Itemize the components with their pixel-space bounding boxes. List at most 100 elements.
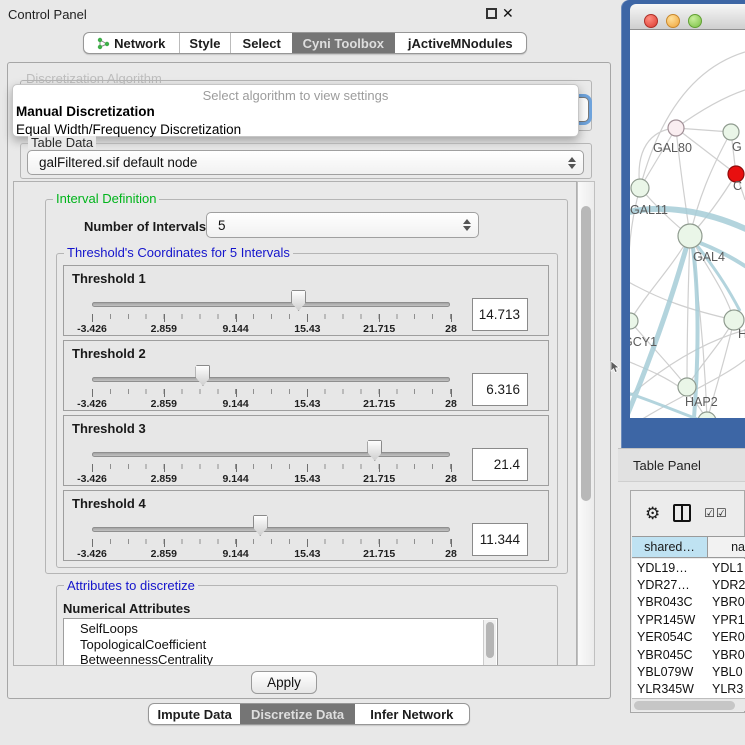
node-gal4[interactable] — [678, 224, 702, 248]
svg-text:GAL4: GAL4 — [693, 250, 725, 264]
table-cell: YER0 — [708, 630, 745, 644]
close-traffic-button[interactable] — [644, 14, 658, 28]
table-row[interactable]: YPR145WYPR1 — [632, 611, 745, 628]
top-tab-bar: Network Style Select Cyni Toolbox jActiv… — [83, 32, 527, 54]
menu-item-manual-discretization[interactable]: Manual Discretization — [13, 103, 578, 121]
column-header-name[interactable]: na — [708, 537, 745, 557]
threshold-1-slider-track[interactable] — [92, 302, 450, 307]
threshold-4-slider-thumb[interactable] — [253, 515, 268, 536]
settings-scrollbar[interactable] — [577, 181, 595, 666]
close-icon[interactable]: ✕ — [502, 5, 514, 22]
attribute-list-item[interactable]: BetweennessCentrality — [80, 652, 497, 666]
tick-mark — [307, 539, 308, 547]
attribute-list-item[interactable]: TopologicalCoefficient — [80, 637, 497, 653]
threshold-1-ticks: -3.4262.8599.14415.4321.71528 — [92, 314, 451, 336]
tick-mark — [379, 539, 380, 547]
tick-label: 2.859 — [151, 323, 177, 335]
minimize-traffic-button[interactable] — [666, 14, 680, 28]
node-gal80[interactable] — [668, 120, 684, 136]
node-hap2[interactable] — [678, 378, 696, 396]
attributes-list-scrollbar[interactable] — [483, 620, 496, 666]
tick-mark — [307, 314, 308, 322]
number-of-intervals-combobox[interactable]: 5 — [206, 212, 479, 238]
numerical-attributes-label: Numerical Attributes — [63, 601, 190, 616]
numerical-attributes-list[interactable]: SelfLoopsTopologicalCoefficientBetweenne… — [63, 618, 498, 666]
node-partial[interactable] — [698, 412, 716, 418]
zoom-traffic-button[interactable] — [688, 14, 702, 28]
table-cell: YER054C — [632, 630, 708, 644]
checkbox-icons[interactable]: ☑☑ — [704, 507, 728, 519]
settings-scroll-viewport: Interval Definition Number of Intervals … — [13, 181, 577, 666]
apply-button[interactable]: Apply — [251, 671, 317, 694]
threshold-4-value-field[interactable]: 11.344 — [472, 523, 528, 556]
node-g[interactable] — [723, 124, 739, 140]
tab-cyni-toolbox[interactable]: Cyni Toolbox — [292, 33, 395, 53]
network-canvas[interactable]: GAL80 G C GAL11 GAL4 H GCY1 HAP2 — [630, 30, 745, 418]
number-of-intervals-value: 5 — [207, 218, 456, 233]
algorithm-prompt-item[interactable]: Select algorithm to view settings — [13, 85, 578, 103]
gear-icon[interactable]: ⚙ — [645, 505, 660, 522]
table-panel-title: Table Panel — [633, 458, 701, 473]
tab-network[interactable]: Network — [84, 33, 179, 53]
threshold-3-value-field[interactable]: 21.4 — [472, 448, 528, 481]
tab-impute-data[interactable]: Impute Data — [149, 704, 240, 724]
table-horizontal-scrollbar[interactable] — [632, 698, 745, 711]
threshold-3-slider-thumb[interactable] — [367, 440, 382, 461]
tick-label: 28 — [445, 473, 457, 485]
threshold-4-slider-track[interactable] — [92, 527, 450, 532]
tab-infer-network[interactable]: Infer Network — [355, 704, 469, 724]
attributes-group-title: Attributes to discretize — [64, 579, 198, 592]
table-cell: YBR045C — [632, 648, 708, 662]
tick-mark — [236, 314, 237, 322]
tick-label: 15.43 — [294, 323, 320, 335]
tick-mark — [92, 539, 93, 547]
node-gcy1[interactable] — [630, 313, 638, 329]
threshold-2-panel: Threshold 2 -3.4262.8599.14415.4321.7152… — [63, 340, 549, 411]
tick-mark — [92, 464, 93, 472]
tab-select[interactable]: Select — [230, 33, 292, 53]
table-row[interactable]: YLR345WYLR3 — [632, 681, 745, 698]
threshold-1-value-field[interactable]: 14.713 — [472, 298, 528, 331]
table-data-combobox[interactable]: galFiltered.sif default node — [27, 150, 584, 175]
network-window-titlebar[interactable] — [630, 4, 745, 30]
column-header-shared[interactable]: shared… — [632, 537, 708, 557]
columns-icon[interactable] — [673, 504, 691, 522]
tick-label: 21.715 — [363, 473, 395, 485]
node-gal11[interactable] — [631, 179, 649, 197]
tick-label: 9.144 — [222, 548, 248, 560]
tick-mark — [379, 314, 380, 322]
tick-label: 28 — [445, 548, 457, 560]
table-cell: YBL0 — [708, 665, 745, 679]
threshold-2-value-field[interactable]: 6.316 — [472, 373, 528, 406]
threshold-2-slider-track[interactable] — [92, 377, 450, 382]
table-row[interactable]: YBR045CYBR0 — [632, 646, 745, 663]
menu-item-equal-width-frequency[interactable]: Equal Width/Frequency Discretization — [13, 121, 578, 139]
float-panel-icon[interactable] — [486, 8, 497, 19]
table-row[interactable]: YDR27…YDR2 — [632, 576, 745, 593]
algorithm-dropdown-popup: Select algorithm to view settings Manual… — [12, 84, 579, 137]
threshold-1-slider-thumb[interactable] — [291, 290, 306, 311]
tick-label: 2.859 — [151, 473, 177, 485]
table-data-value: galFiltered.sif default node — [28, 155, 561, 170]
table-row[interactable]: YBL079WYBL0 — [632, 663, 745, 680]
svg-text:HAP2: HAP2 — [685, 395, 718, 409]
threshold-4-ticks: -3.4262.8599.14415.4321.71528 — [92, 539, 451, 561]
panel-title: Control Panel — [8, 7, 87, 22]
table-row[interactable]: YER054CYER0 — [632, 629, 745, 646]
threshold-2-slider-thumb[interactable] — [195, 365, 210, 386]
table-row[interactable]: YBR043CYBR0 — [632, 594, 745, 611]
threshold-3-slider-track[interactable] — [92, 452, 450, 457]
svg-text:H: H — [738, 327, 745, 341]
table-row[interactable]: YDL19…YDL1 — [632, 559, 745, 576]
svg-text:GAL80: GAL80 — [653, 141, 692, 155]
tick-mark — [92, 314, 93, 322]
table-data-title: Table Data — [28, 136, 96, 149]
tab-discretize-data[interactable]: Discretize Data — [240, 704, 354, 724]
mouse-cursor — [610, 361, 622, 374]
tick-mark — [164, 314, 165, 322]
tab-jactivemnodules[interactable]: jActiveMNodules — [395, 33, 526, 53]
threshold-1-panel: Threshold 1 -3.4262.8599.14415.4321.7152… — [63, 265, 549, 336]
attribute-list-item[interactable]: SelfLoops — [80, 621, 497, 637]
tick-label: 9.144 — [222, 473, 248, 485]
tab-style[interactable]: Style — [179, 33, 231, 53]
